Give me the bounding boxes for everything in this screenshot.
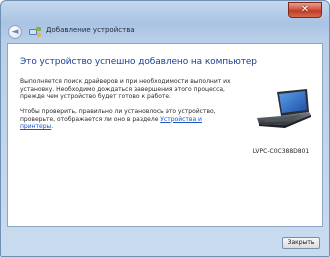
success-heading: Это устройство успешно добавлено на комп… xyxy=(20,57,257,67)
check-device-text: Чтобы проверить, правильно ли установлос… xyxy=(20,108,235,131)
laptop-icon xyxy=(257,89,311,128)
close-icon: ✕ xyxy=(300,4,310,15)
devices-wizard-icon xyxy=(29,27,41,37)
add-device-window: ✕ ◄ Добавление устройства Это устройство… xyxy=(0,0,330,257)
back-button[interactable]: ◄ xyxy=(8,25,22,39)
window-close-button[interactable]: ✕ xyxy=(288,2,322,18)
footer xyxy=(7,227,323,257)
device-name: LVPC-C0C388D801 xyxy=(252,148,310,155)
title-bar: ✕ ◄ Добавление устройства xyxy=(1,1,329,41)
back-arrow-icon: ◄ xyxy=(11,27,19,37)
close-dialog-button[interactable]: Закрыть xyxy=(282,237,320,249)
content-panel: Это устройство успешно добавлено на комп… xyxy=(7,43,323,227)
wizard-title: Добавление устройства xyxy=(46,26,135,34)
driver-info-text: Выполняется поиск драйверов и при необхо… xyxy=(20,78,231,100)
check-device-text-end: . xyxy=(51,123,54,130)
